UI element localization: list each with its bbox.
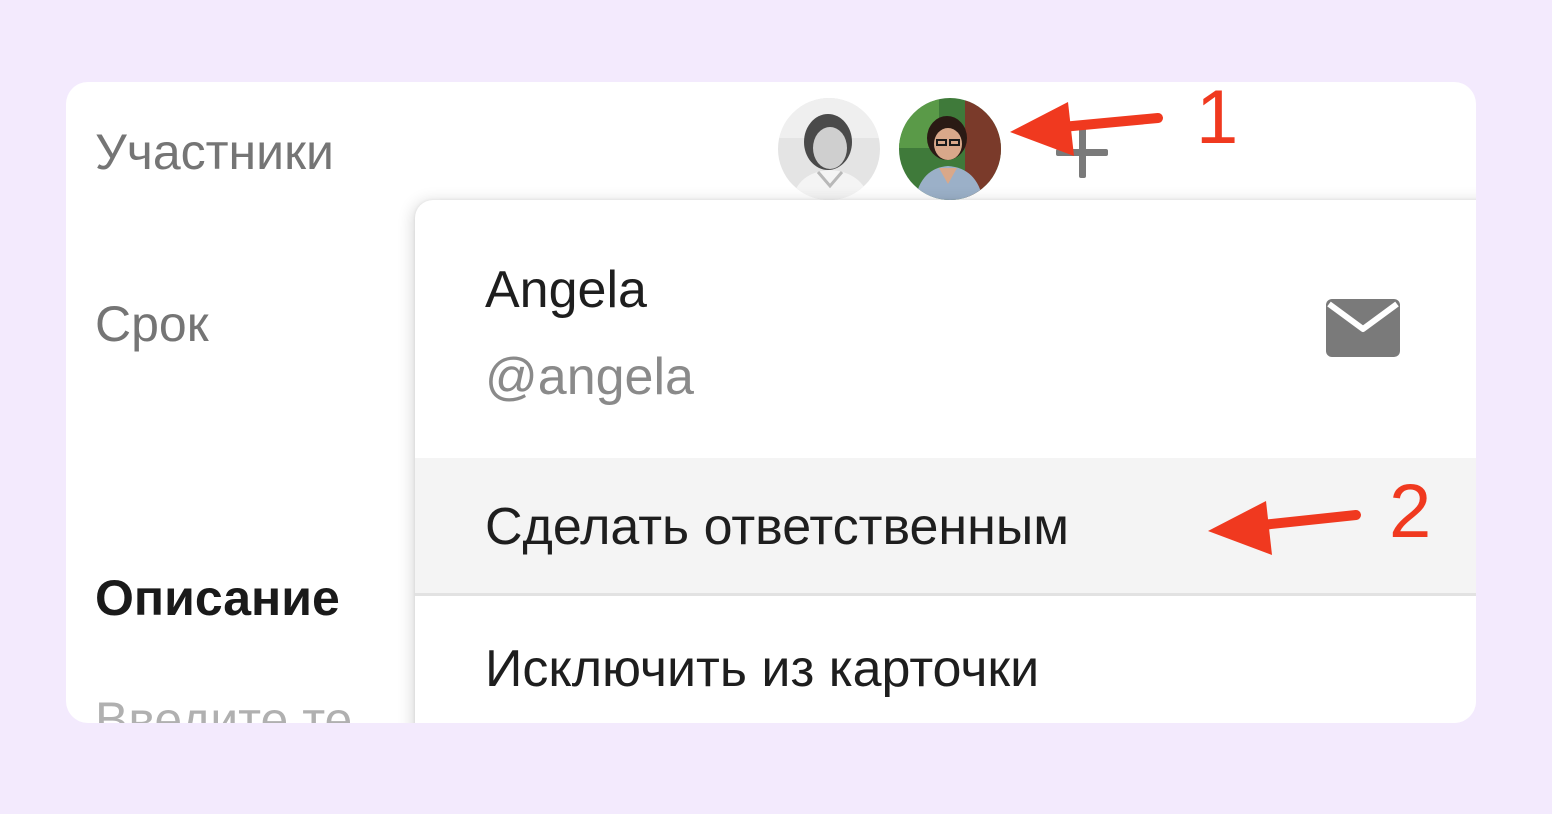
task-card: Участники Срок Описание Введите те Angel… (66, 82, 1476, 723)
make-responsible-menu-item[interactable]: Сделать ответственным (415, 458, 1476, 596)
description-label: Описание (95, 570, 340, 626)
user-handle: @angela (485, 348, 694, 406)
deadline-label: Срок (95, 296, 209, 352)
annotation-number-2: 2 (1389, 469, 1432, 554)
description-input[interactable]: Введите те (95, 690, 352, 723)
participant-avatar-1[interactable] (778, 98, 880, 200)
avatar-color-photo (899, 98, 1001, 200)
mail-icon[interactable] (1326, 299, 1400, 357)
annotation-number-1: 1 (1196, 75, 1239, 160)
user-name: Angela (485, 261, 647, 319)
exclude-from-card-menu-item[interactable]: Исключить из карточки (415, 599, 1476, 723)
participant-popup-menu: Angela @angela Сделать ответственным Иск… (415, 200, 1476, 723)
avatar-grayscale-photo (778, 98, 880, 200)
plus-icon[interactable] (1056, 126, 1108, 178)
participant-avatar-2[interactable] (899, 98, 1001, 200)
participants-label: Участники (95, 124, 334, 180)
